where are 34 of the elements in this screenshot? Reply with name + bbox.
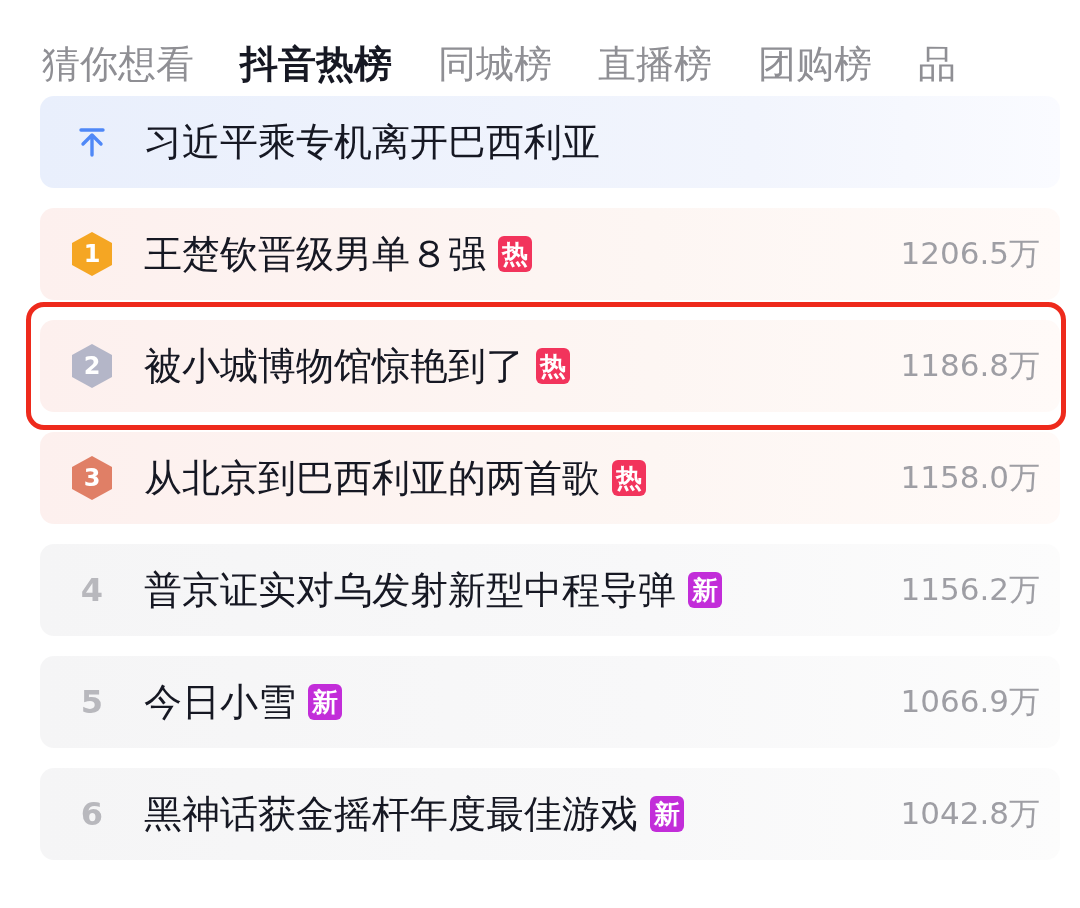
heat-count: 1042.8万: [900, 794, 1040, 833]
list-row[interactable]: 1 王楚钦晋级男单８强 热 1206.5万: [40, 208, 1060, 300]
heat-count: 1186.8万: [900, 346, 1040, 385]
tag-label: 新: [688, 572, 722, 608]
list-row[interactable]: 习近平乘专机离开巴西利亚: [40, 96, 1060, 188]
tag-label: 热: [612, 460, 646, 496]
rank-number: 5: [80, 683, 104, 721]
topic-title: 被小城博物馆惊艳到了: [144, 342, 524, 390]
tab[interactable]: 抖音热榜: [240, 38, 392, 90]
tag-label: 新: [650, 796, 684, 832]
topic-title: 习近平乘专机离开巴西利亚: [144, 118, 600, 166]
tag-label: 新: [308, 684, 342, 720]
topic-title: 普京证实对乌发射新型中程导弹: [144, 566, 676, 614]
tag-label: 热: [498, 236, 532, 272]
tag-label: 热: [536, 348, 570, 384]
heat-count: 1206.5万: [900, 234, 1040, 273]
rank-badge: 1: [72, 232, 112, 276]
list-row[interactable]: 6 黑神话获金摇杆年度最佳游戏 新 1042.8万: [40, 768, 1060, 860]
rank-badge: 2: [72, 344, 112, 388]
list-row[interactable]: 4 普京证实对乌发射新型中程导弹 新 1156.2万: [40, 544, 1060, 636]
heat-count: 1156.2万: [900, 570, 1040, 609]
topic-title: 王楚钦晋级男单８强: [144, 230, 486, 278]
rank-number: 6: [80, 795, 104, 833]
topic-title: 黑神话获金摇杆年度最佳游戏: [144, 790, 638, 838]
list-row[interactable]: 2 被小城博物馆惊艳到了 热 1186.8万: [40, 320, 1060, 412]
list-row[interactable]: 5 今日小雪 新 1066.9万: [40, 656, 1060, 748]
list-row[interactable]: 3 从北京到巴西利亚的两首歌 热 1158.0万: [40, 432, 1060, 524]
topic-title: 今日小雪: [144, 678, 296, 726]
pin-to-top-icon: [79, 127, 105, 157]
rank-number: 4: [80, 571, 104, 609]
heat-count: 1066.9万: [900, 682, 1040, 721]
rank-badge: 3: [72, 456, 112, 500]
topic-title: 从北京到巴西利亚的两首歌: [144, 454, 600, 502]
heat-count: 1158.0万: [900, 458, 1040, 497]
